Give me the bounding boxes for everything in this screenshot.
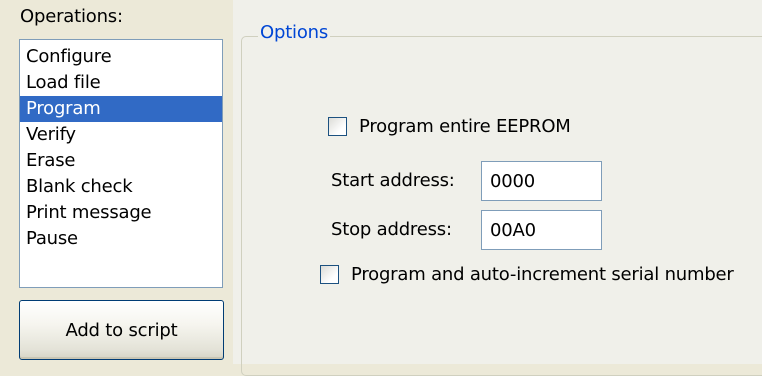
operation-item-print-message[interactable]: Print message <box>20 200 222 226</box>
operation-item-program[interactable]: Program <box>20 96 222 122</box>
operation-item-verify[interactable]: Verify <box>20 122 222 148</box>
auto-increment-row[interactable]: Program and auto-increment serial number <box>320 264 734 285</box>
auto-increment-checkbox[interactable] <box>320 265 339 284</box>
operation-item-blank-check[interactable]: Blank check <box>20 174 222 200</box>
program-entire-eeprom-checkbox[interactable] <box>328 117 347 136</box>
operations-label: Operations: <box>20 6 123 27</box>
operation-item-load-file[interactable]: Load file <box>20 70 222 96</box>
program-entire-eeprom-row[interactable]: Program entire EEPROM <box>328 116 571 137</box>
stop-address-input[interactable] <box>481 210 602 250</box>
program-entire-eeprom-label: Program entire EEPROM <box>359 116 571 137</box>
auto-increment-label: Program and auto-increment serial number <box>351 264 734 285</box>
operation-item-configure[interactable]: Configure <box>20 44 222 70</box>
options-panel: Options Program entire EEPROM Start addr… <box>233 0 762 376</box>
start-address-input[interactable] <box>481 161 602 201</box>
add-to-script-button[interactable]: Add to script <box>19 300 224 360</box>
stop-address-label: Stop address: <box>331 219 452 240</box>
start-address-label: Start address: <box>331 170 455 191</box>
operations-list[interactable]: Configure Load file Program Verify Erase… <box>19 39 223 288</box>
operation-item-erase[interactable]: Erase <box>20 148 222 174</box>
operation-item-pause[interactable]: Pause <box>20 226 222 252</box>
options-group-box <box>241 36 762 376</box>
options-group-title: Options <box>258 22 331 44</box>
